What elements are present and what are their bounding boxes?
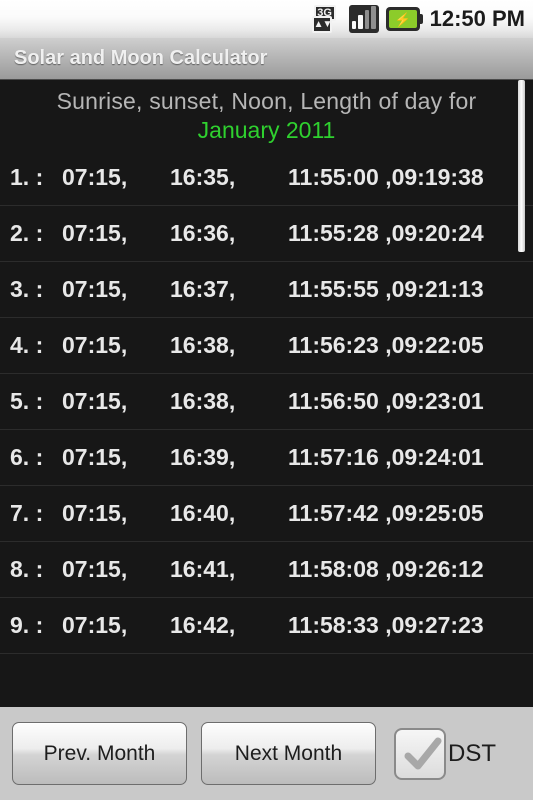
cell-noon: 11:55:55 , xyxy=(288,276,392,302)
cell-daylength: 09:20:24 xyxy=(391,220,484,246)
next-month-button[interactable]: Next Month xyxy=(201,722,376,785)
cell-daylength: 09:27:23 xyxy=(391,612,484,638)
scrollbar-thumb[interactable] xyxy=(518,80,525,252)
table-row[interactable]: 8. : 07:15, 16:41, 11:58:08 , 09:26:12 xyxy=(0,542,533,598)
cell-index: 8. : xyxy=(10,556,44,582)
data-transfer-arrows-icon: ▲▼ xyxy=(311,16,332,33)
header-month: January 2011 xyxy=(197,117,336,143)
cell-noon: 11:55:00 , xyxy=(288,164,392,190)
cell-noon: 11:58:08 , xyxy=(288,556,392,582)
cell-sunrise: 07:15, xyxy=(62,444,128,470)
table-row[interactable]: 3. : 07:15, 16:37, 11:55:55 , 09:21:13 xyxy=(0,262,533,318)
cell-noon: 11:55:28 , xyxy=(288,220,392,246)
table-row[interactable]: 7. : 07:15, 16:40, 11:57:42 , 09:25:05 xyxy=(0,486,533,542)
prev-month-button[interactable]: Prev. Month xyxy=(12,722,187,785)
cell-index: 1. : xyxy=(10,164,44,190)
scrollbar-track[interactable] xyxy=(518,80,529,707)
cell-sunrise: 07:15, xyxy=(62,556,128,582)
cell-noon: 11:56:50 , xyxy=(288,388,392,414)
cell-index: 9. : xyxy=(10,612,44,638)
cell-index: 2. : xyxy=(10,220,44,246)
app-title: Solar and Moon Calculator xyxy=(14,47,268,69)
cell-sunset: 16:39, xyxy=(170,444,236,470)
status-bar-clock: 12:50 PM xyxy=(429,6,525,31)
3g-data-icon: 3G ▲▼ xyxy=(311,5,342,33)
table-row[interactable]: 2. : 07:15, 16:36, 11:55:28 , 09:20:24 xyxy=(0,206,533,262)
cell-index: 5. : xyxy=(10,388,44,414)
app-title-bar: Solar and Moon Calculator xyxy=(0,38,533,80)
system-status-bar: 3G ▲▼ ⚡ 12:50 PM xyxy=(0,0,533,38)
bottom-button-bar: Prev. Month Next Month DST xyxy=(0,707,533,800)
table-row[interactable]: 9. : 07:15, 16:42, 11:58:33 , 09:27:23 xyxy=(0,598,533,654)
cell-noon: 11:56:23 , xyxy=(288,332,392,358)
signal-bars-icon xyxy=(348,5,379,33)
battery-bolt-icon: ⚡ xyxy=(388,10,417,28)
table-row[interactable]: 1. : 07:15, 16:35, 11:55:00 , 09:19:38 xyxy=(0,150,533,206)
cell-daylength: 09:22:05 xyxy=(391,332,484,358)
cell-daylength: 09:19:38 xyxy=(391,164,484,190)
cell-index: 3. : xyxy=(10,276,44,302)
app-window: 3G ▲▼ ⚡ 12:50 PM Solar and Moon Calculat… xyxy=(0,0,533,800)
dst-checkbox[interactable] xyxy=(394,727,446,780)
cell-noon: 11:57:16 , xyxy=(288,444,392,470)
cell-sunrise: 07:15, xyxy=(62,332,128,358)
sun-times-list[interactable]: 1. : 07:15, 16:35, 11:55:00 , 09:19:38 2. : 07… xyxy=(0,150,533,654)
cell-sunrise: 07:15, xyxy=(62,276,128,302)
cell-index: 6. : xyxy=(10,444,44,470)
cell-sunset: 16:35, xyxy=(170,164,236,190)
cell-sunrise: 07:15, xyxy=(62,500,128,526)
dst-label: DST xyxy=(448,739,496,767)
cell-daylength: 09:23:01 xyxy=(391,388,484,414)
cell-noon: 11:58:33 , xyxy=(288,612,392,638)
cell-sunset: 16:40, xyxy=(170,500,236,526)
cell-sunset: 16:36, xyxy=(170,220,236,246)
table-row[interactable]: 5. : 07:15, 16:38, 11:56:50 , 09:23:01 xyxy=(0,374,533,430)
table-row[interactable]: 4. : 07:15, 16:38, 11:56:23 , 09:22:05 xyxy=(0,318,533,374)
page-header: Sunrise, sunset, Noon, Length of day for… xyxy=(0,80,533,150)
table-row[interactable]: 6. : 07:15, 16:39, 11:57:16 , 09:24:01 xyxy=(0,430,533,486)
cell-sunrise: 07:15, xyxy=(62,388,128,414)
cell-sunrise: 07:15, xyxy=(62,220,128,246)
cell-sunrise: 07:15, xyxy=(62,612,128,638)
cell-daylength: 09:26:12 xyxy=(391,556,484,582)
header-description: Sunrise, sunset, Noon, Length of day for xyxy=(56,88,477,114)
cell-noon: 11:57:42 , xyxy=(288,500,392,526)
cell-index: 7. : xyxy=(10,500,44,526)
cell-sunset: 16:41, xyxy=(170,556,236,582)
cell-sunset: 16:37, xyxy=(170,276,236,302)
status-icons: 3G ▲▼ ⚡ xyxy=(311,5,423,33)
cell-sunset: 16:42, xyxy=(170,612,236,638)
checkmark-icon xyxy=(404,737,442,769)
dst-checkbox-group[interactable]: DST xyxy=(394,727,496,780)
content-area: Sunrise, sunset, Noon, Length of day for… xyxy=(0,80,533,707)
cell-sunset: 16:38, xyxy=(170,388,236,414)
cell-daylength: 09:24:01 xyxy=(391,444,484,470)
battery-charging-icon: ⚡ xyxy=(385,7,423,31)
cell-sunrise: 07:15, xyxy=(62,164,128,190)
cell-daylength: 09:21:13 xyxy=(391,276,484,302)
cell-daylength: 09:25:05 xyxy=(391,500,484,526)
cell-sunset: 16:38, xyxy=(170,332,236,358)
cell-index: 4. : xyxy=(10,332,44,358)
